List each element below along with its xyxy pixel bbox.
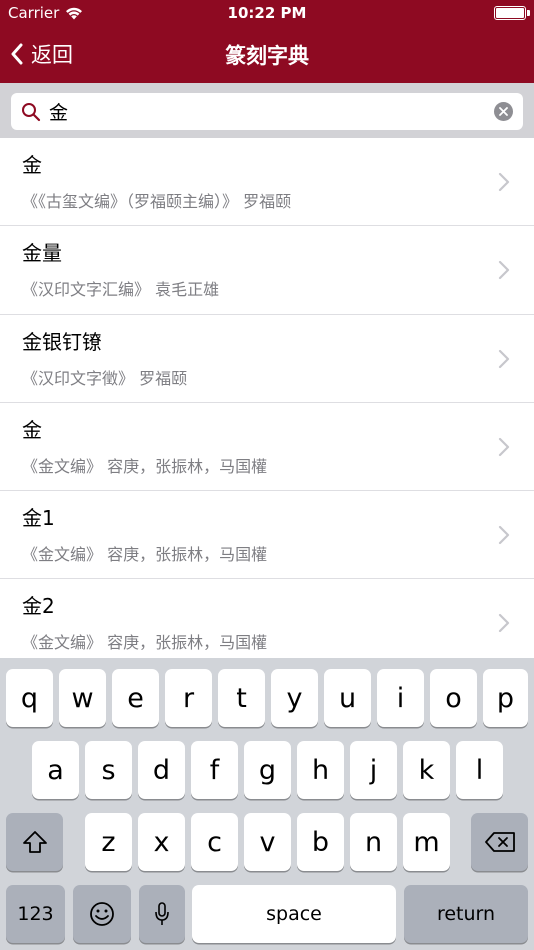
list-item-title: 金2 [22, 594, 55, 619]
key-w[interactable]: w [59, 669, 106, 727]
list-item-subtitle: 《汉印文字汇编》 袁毛正雄 [22, 280, 220, 300]
key-v[interactable]: v [244, 813, 291, 871]
key-p[interactable]: p [483, 669, 528, 727]
chevron-right-icon [498, 261, 510, 280]
return-key[interactable]: return [404, 885, 528, 943]
shift-icon [22, 831, 47, 853]
page-title: 篆刻字典 [225, 44, 309, 68]
search-input[interactable] [49, 100, 469, 123]
key-m[interactable]: m [403, 813, 450, 871]
top-bar: Carrier 10:22 PM 返回 篆刻字典 [0, 0, 534, 83]
dictation-key[interactable] [139, 885, 185, 943]
key-n[interactable]: n [350, 813, 397, 871]
key-k[interactable]: k [403, 741, 450, 799]
status-bar: Carrier 10:22 PM [0, 0, 534, 28]
battery-level [496, 8, 524, 18]
backspace-icon [484, 832, 515, 852]
list-item-title: 金 [22, 153, 42, 177]
chevron-right-icon [498, 614, 510, 633]
chevron-right-icon [498, 172, 510, 192]
list-item-subtitle: 《《古玺文编》（罗福颐主编）》 罗福颐 [22, 192, 292, 211]
list-item-subtitle: 《金文编》 容庚，张振林，马国權 [22, 456, 268, 476]
key-j[interactable]: j [350, 741, 397, 799]
key-h[interactable]: h [297, 741, 344, 799]
keyboard: q w e r t y u i o p a s d f g h j k l z … [0, 658, 534, 950]
key-r[interactable]: r [165, 669, 212, 727]
key-o[interactable]: o [430, 669, 477, 727]
key-g[interactable]: g [244, 741, 291, 799]
close-icon [499, 107, 508, 116]
list-item[interactable]: 金2 《金文编》 容庚，张振林，马国權 [0, 579, 534, 658]
key-x[interactable]: x [138, 813, 185, 871]
search-icon [22, 102, 41, 121]
key-y[interactable]: y [271, 669, 318, 727]
clear-search-button[interactable] [494, 102, 513, 121]
battery-icon [494, 6, 530, 20]
list-item-title: 金量 [22, 241, 62, 266]
key-a[interactable]: a [32, 741, 79, 799]
key-t[interactable]: t [218, 669, 265, 727]
key-u[interactable]: u [324, 669, 371, 727]
microphone-icon [155, 902, 169, 925]
chevron-right-icon [498, 349, 510, 368]
list-item[interactable]: 金量 《汉印文字汇编》 袁毛正雄 [0, 226, 534, 315]
emoji-key[interactable] [73, 885, 131, 943]
key-d[interactable]: d [138, 741, 185, 799]
list-item[interactable]: 金 《《古玺文编》（罗福颐主编）》 罗福颐 [0, 138, 534, 227]
list-item[interactable]: 金1 《金文编》 容庚，张振林，马国權 [0, 491, 534, 580]
results-list: 金 《《古玺文编》（罗福颐主编）》 罗福颐 金量 《汉印文字汇编》 袁毛正雄 金… [0, 138, 534, 658]
key-l[interactable]: l [456, 741, 503, 799]
numbers-key[interactable]: 123 [6, 885, 65, 943]
chevron-right-icon [498, 526, 510, 545]
list-item-subtitle: 《金文编》 容庚，张振林，马国權 [22, 633, 268, 653]
list-item-subtitle: 《汉印文字徵》 罗福颐 [22, 368, 188, 388]
space-key[interactable]: space [192, 885, 396, 943]
shift-key[interactable] [6, 813, 63, 871]
chevron-right-icon [498, 437, 510, 456]
list-item-title: 金1 [22, 506, 55, 531]
search-field[interactable] [11, 93, 523, 130]
key-z[interactable]: z [85, 813, 132, 871]
emoji-icon [90, 902, 114, 926]
key-b[interactable]: b [297, 813, 344, 871]
list-item-title: 金 [22, 417, 42, 442]
key-i[interactable]: i [377, 669, 424, 727]
backspace-key[interactable] [471, 813, 528, 871]
list-item[interactable]: 金 《金文编》 容庚，张振林，马国權 [0, 403, 534, 492]
key-q[interactable]: q [6, 669, 53, 727]
search-bar [0, 83, 534, 138]
list-item[interactable]: 金银钉镣 《汉印文字徵》 罗福颐 [0, 315, 534, 403]
status-time: 10:22 PM [227, 4, 307, 22]
navigation-bar: 返回 篆刻字典 [0, 28, 534, 83]
list-item-title: 金银钉镣 [22, 329, 102, 354]
key-f[interactable]: f [191, 741, 238, 799]
key-s[interactable]: s [85, 741, 132, 799]
key-e[interactable]: e [112, 669, 159, 727]
key-c[interactable]: c [191, 813, 238, 871]
list-item-subtitle: 《金文编》 容庚，张振林，马国權 [22, 545, 268, 565]
